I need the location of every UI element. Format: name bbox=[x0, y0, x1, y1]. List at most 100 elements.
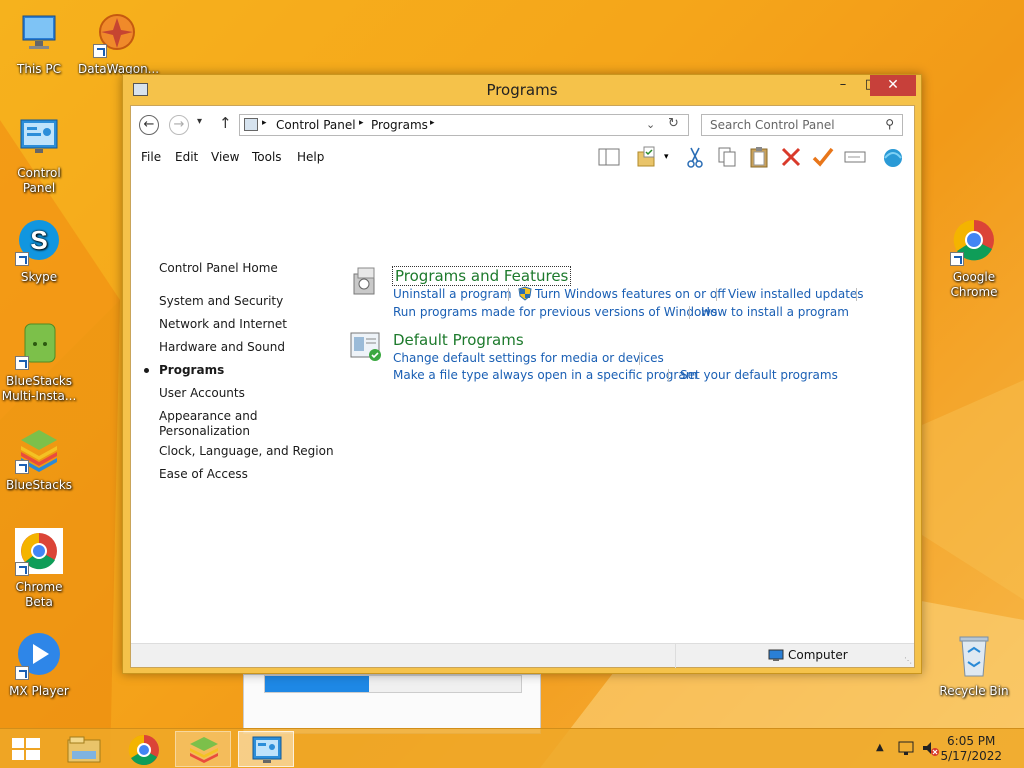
skype-icon: S bbox=[15, 218, 63, 266]
desktop-icon-bluestacks-multi[interactable]: BlueStacks Multi-Insta... bbox=[0, 322, 78, 404]
copy-icon[interactable] bbox=[716, 146, 738, 168]
view-installed-updates-link[interactable]: View installed updates bbox=[728, 287, 864, 301]
recent-locations-button[interactable]: ▾ bbox=[197, 116, 202, 127]
taskbar-bluestacks[interactable] bbox=[175, 731, 231, 767]
properties-check-icon[interactable] bbox=[812, 146, 834, 168]
change-default-settings-link[interactable]: Change default settings for media or dev… bbox=[393, 351, 664, 365]
refresh-icon[interactable]: ↻ bbox=[668, 116, 679, 131]
breadcrumb-programs[interactable]: Programs bbox=[371, 118, 428, 132]
link-separator bbox=[639, 352, 640, 365]
search-input[interactable]: Search Control Panel ⚲ bbox=[701, 114, 903, 136]
window-title: Programs bbox=[486, 81, 558, 99]
desktop-icon-mx-player[interactable]: MX Player bbox=[0, 632, 78, 699]
breadcrumb-control-panel[interactable]: Control Panel bbox=[276, 118, 356, 132]
shortcut-arrow-icon bbox=[15, 460, 29, 474]
taskbar-google-chrome[interactable] bbox=[116, 731, 172, 767]
desktop-icon-label: Skype bbox=[20, 270, 58, 284]
sidebar-item-appearance[interactable]: Appearance and Personalization bbox=[159, 409, 269, 439]
menu-view[interactable]: View bbox=[211, 150, 239, 164]
desktop-icon-this-pc[interactable]: This PC bbox=[0, 10, 78, 77]
sidebar-item-user-accounts[interactable]: User Accounts bbox=[159, 386, 245, 400]
menu-tools[interactable]: Tools bbox=[252, 150, 282, 164]
this-pc-icon bbox=[15, 10, 63, 58]
shortcut-arrow-icon bbox=[93, 44, 107, 58]
desktop-icon-bluestacks[interactable]: BlueStacks bbox=[0, 426, 78, 493]
delete-icon[interactable] bbox=[780, 146, 802, 168]
desktop-icon-label: BlueStacks Multi-Insta... bbox=[1, 374, 77, 403]
menu-help[interactable]: Help bbox=[297, 150, 324, 164]
back-button[interactable]: ← bbox=[139, 115, 159, 135]
programs-features-icon bbox=[350, 266, 380, 296]
chrome-taskbar-icon bbox=[128, 734, 159, 766]
run-older-programs-link[interactable]: Run programs made for previous versions … bbox=[393, 305, 717, 319]
link-separator bbox=[689, 306, 690, 319]
paste-icon[interactable] bbox=[748, 146, 770, 168]
desktop-icon-chrome-beta[interactable]: Chrome Beta bbox=[0, 528, 78, 610]
programs-and-features-title[interactable]: Programs and Features bbox=[392, 266, 572, 286]
link-separator bbox=[716, 288, 717, 301]
organize-dropdown-icon[interactable]: ▾ bbox=[664, 152, 676, 174]
sidebar-item-network-internet[interactable]: Network and Internet bbox=[159, 317, 287, 331]
crumb-separator-icon[interactable]: ▸ bbox=[359, 118, 364, 128]
set-default-programs-link[interactable]: Set your default programs bbox=[680, 368, 838, 382]
uac-shield-icon bbox=[518, 286, 532, 301]
sidebar-item-clock-language[interactable]: Clock, Language, and Region bbox=[159, 444, 334, 458]
shortcut-arrow-icon bbox=[15, 562, 29, 576]
cut-icon[interactable] bbox=[684, 146, 706, 168]
shortcut-arrow-icon bbox=[15, 666, 29, 680]
menu-edit[interactable]: Edit bbox=[175, 150, 198, 164]
crumb-separator-icon[interactable]: ▸ bbox=[262, 118, 267, 128]
desktop-icon-google-chrome[interactable]: Google Chrome bbox=[935, 218, 1013, 300]
address-dropdown-icon[interactable]: ⌄ bbox=[646, 118, 655, 131]
resize-grip-icon[interactable]: ⋱ bbox=[904, 656, 912, 665]
sidebar-item-programs[interactable]: Programs bbox=[159, 363, 224, 377]
search-placeholder: Search Control Panel bbox=[710, 118, 835, 132]
desktop-icon-label: BlueStacks bbox=[5, 478, 73, 492]
desktop-icon-skype[interactable]: S Skype bbox=[0, 218, 78, 285]
desktop-icon-datawagon[interactable]: DataWagon... bbox=[78, 10, 159, 77]
sidebar-item-hardware-sound[interactable]: Hardware and Sound bbox=[159, 340, 285, 354]
desktop-icon-recycle-bin[interactable]: Recycle Bin bbox=[935, 632, 1013, 699]
sidebar-control-panel-home[interactable]: Control Panel Home bbox=[159, 261, 278, 275]
web-shell-icon[interactable] bbox=[882, 146, 904, 168]
close-button[interactable]: ✕ bbox=[870, 75, 916, 96]
how-to-install-link[interactable]: How to install a program bbox=[701, 305, 849, 319]
status-divider bbox=[675, 644, 676, 668]
menu-bar: File Edit View Tools Help ▾ bbox=[131, 142, 914, 172]
google-chrome-icon bbox=[950, 218, 998, 266]
clock[interactable]: 6:05 PM 5/17/2022 bbox=[940, 734, 1002, 764]
taskbar-control-panel[interactable] bbox=[238, 731, 294, 767]
desktop-icon-control-panel[interactable]: Control Panel bbox=[0, 114, 78, 196]
menu-file[interactable]: File bbox=[141, 150, 161, 164]
background-window[interactable] bbox=[243, 674, 541, 734]
shortcut-arrow-icon bbox=[15, 356, 29, 370]
bluestacks-taskbar-icon bbox=[190, 737, 218, 763]
start-button[interactable] bbox=[0, 731, 56, 767]
sidebar-item-system-security[interactable]: System and Security bbox=[159, 294, 283, 308]
address-bar[interactable]: ▸ Control Panel ▸ Programs ▸ ⌄ ↻ bbox=[239, 114, 689, 136]
up-button[interactable]: ↑ bbox=[219, 114, 232, 132]
preview-pane-icon[interactable] bbox=[598, 146, 620, 168]
active-item-bullet bbox=[144, 368, 149, 373]
address-row: ← → ▾ ↑ ▸ Control Panel ▸ Programs ▸ ⌄ ↻… bbox=[131, 106, 914, 142]
windows-logo-icon bbox=[12, 738, 40, 760]
file-type-association-link[interactable]: Make a file type always open in a specif… bbox=[393, 368, 697, 382]
taskbar-file-explorer[interactable] bbox=[56, 731, 112, 767]
background-progress-track bbox=[264, 675, 522, 693]
default-programs-title[interactable]: Default Programs bbox=[393, 331, 524, 349]
uninstall-program-link[interactable]: Uninstall a program bbox=[393, 287, 512, 301]
title-bar[interactable]: Programs – □ ✕ bbox=[123, 75, 921, 105]
svg-text:S: S bbox=[30, 225, 47, 255]
network-icon[interactable] bbox=[897, 739, 915, 757]
shortcut-arrow-icon bbox=[15, 252, 29, 266]
volume-muted-icon[interactable] bbox=[921, 739, 939, 757]
show-hidden-icons-icon[interactable]: ▲ bbox=[876, 742, 884, 753]
rename-icon[interactable] bbox=[844, 146, 866, 168]
turn-windows-features-link[interactable]: Turn Windows features on or off bbox=[535, 287, 726, 301]
folder-options-icon[interactable] bbox=[636, 146, 658, 168]
minimize-button[interactable]: – bbox=[829, 75, 857, 96]
sidebar-item-ease-of-access[interactable]: Ease of Access bbox=[159, 467, 248, 481]
crumb-separator-icon[interactable]: ▸ bbox=[430, 118, 435, 128]
programs-window[interactable]: Programs – □ ✕ ← → ▾ ↑ ▸ Control Panel ▸… bbox=[122, 74, 922, 674]
forward-button[interactable]: → bbox=[169, 115, 189, 135]
